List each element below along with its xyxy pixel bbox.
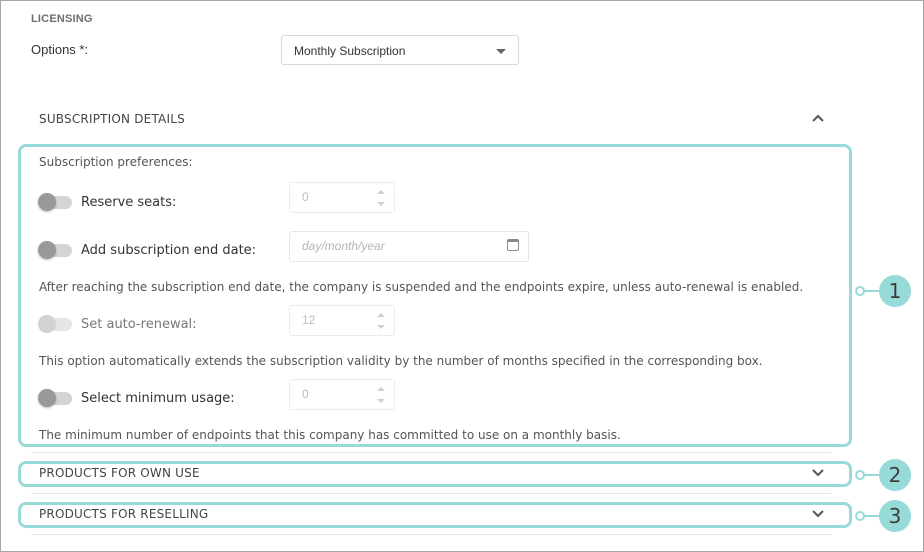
subscription-details-header[interactable]: SUBSCRIPTION DETAILS — [39, 112, 185, 126]
minimum-usage-input[interactable]: 0 — [289, 379, 395, 410]
reserve-seats-toggle[interactable] — [38, 193, 74, 211]
chevron-up-icon[interactable] — [811, 113, 825, 123]
chevron-down-icon[interactable] — [811, 509, 825, 519]
toggle-knob — [38, 389, 56, 407]
end-date-label: Add subscription end date: — [81, 243, 257, 258]
reserve-seats-value: 0 — [302, 190, 309, 204]
callout-badge: 1 — [879, 275, 911, 307]
toggle-knob — [38, 241, 56, 259]
end-date-input[interactable]: day/month/year — [289, 231, 529, 262]
decrement-arrow-icon[interactable] — [377, 399, 385, 403]
options-select-value: Monthly Subscription — [294, 44, 406, 58]
reserve-seats-label: Reserve seats: — [81, 195, 177, 210]
divider — [31, 534, 831, 535]
divider — [31, 493, 831, 494]
auto-renewal-help-text: This option automatically extends the su… — [39, 354, 763, 368]
increment-arrow-icon[interactable] — [377, 313, 385, 317]
minimum-usage-label: Select minimum usage: — [81, 391, 235, 406]
auto-renewal-value: 12 — [302, 313, 316, 327]
decrement-arrow-icon[interactable] — [377, 202, 385, 206]
calendar-icon[interactable] — [507, 239, 519, 251]
increment-arrow-icon[interactable] — [377, 190, 385, 194]
dropdown-caret-icon — [496, 49, 506, 54]
chevron-down-icon[interactable] — [811, 468, 825, 478]
toggle-knob — [38, 315, 56, 333]
end-date-toggle[interactable] — [38, 241, 74, 259]
auto-renewal-input[interactable]: 12 — [289, 305, 395, 336]
licensing-panel: LICENSING Options *: Monthly Subscriptio… — [0, 0, 924, 552]
options-select[interactable]: Monthly Subscription — [281, 35, 519, 65]
callout-badge: 3 — [879, 500, 911, 532]
divider — [31, 452, 831, 453]
end-date-help-text: After reaching the subscription end date… — [39, 280, 804, 294]
minimum-usage-help-text: The minimum number of endpoints that thi… — [39, 428, 621, 442]
auto-renewal-toggle[interactable] — [38, 315, 74, 333]
minimum-usage-toggle[interactable] — [38, 389, 74, 407]
callout-dot — [855, 470, 865, 480]
minimum-usage-value: 0 — [302, 387, 309, 401]
callout-dot — [855, 511, 865, 521]
toggle-knob — [38, 193, 56, 211]
reserve-seats-input[interactable]: 0 — [289, 182, 395, 213]
decrement-arrow-icon[interactable] — [377, 325, 385, 329]
auto-renewal-label: Set auto-renewal: — [81, 317, 197, 332]
increment-arrow-icon[interactable] — [377, 387, 385, 391]
products-reselling-header[interactable]: PRODUCTS FOR RESELLING — [39, 507, 208, 521]
products-own-use-header[interactable]: PRODUCTS FOR OWN USE — [39, 466, 200, 480]
callout-dot — [855, 286, 865, 296]
end-date-placeholder: day/month/year — [302, 239, 385, 253]
options-label: Options *: — [31, 42, 89, 57]
subscription-preferences-label: Subscription preferences: — [39, 155, 193, 169]
licensing-title: LICENSING — [31, 13, 93, 25]
callout-badge: 2 — [879, 459, 911, 491]
